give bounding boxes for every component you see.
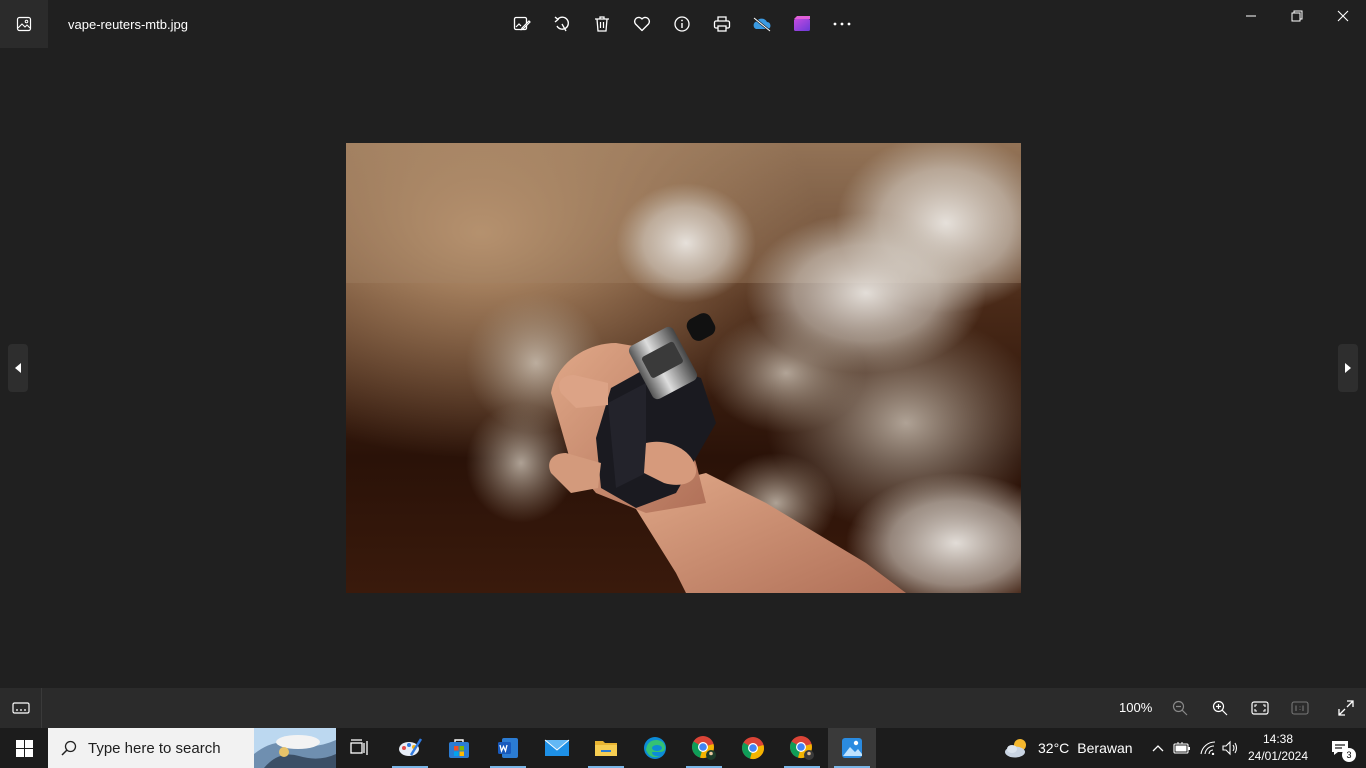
actual-size-icon [1291, 701, 1309, 715]
caret-right-icon [1345, 363, 1351, 373]
zoom-out-button[interactable] [1160, 688, 1200, 728]
network-status[interactable] [1198, 738, 1218, 758]
favorite-button[interactable] [622, 4, 662, 44]
onedrive-icon [753, 17, 771, 32]
taskbar-app-chrome-profile-2[interactable] [778, 728, 826, 768]
clock-time: 14:38 [1262, 732, 1294, 746]
photos-app-icon [16, 16, 32, 32]
favorite-heart-icon [633, 16, 651, 32]
folder-icon [595, 741, 617, 756]
filmstrip-button[interactable] [0, 688, 42, 728]
next-image-button[interactable] [1338, 344, 1358, 392]
partly-cloudy-icon [1005, 739, 1026, 758]
taskbar-app-file-explorer[interactable] [582, 728, 630, 768]
speaker-icon [1222, 740, 1238, 756]
clipchamp-button[interactable] [782, 4, 822, 44]
taskbar-search-box[interactable]: Type here to search [48, 728, 336, 768]
chrome-icon [790, 736, 814, 760]
taskbar-app-mail[interactable] [533, 728, 581, 768]
clipchamp-icon [794, 16, 810, 31]
restore-button[interactable] [1274, 0, 1320, 32]
edit-image-icon [513, 16, 531, 31]
taskbar-app-paint[interactable] [386, 728, 434, 768]
onedrive-button[interactable] [742, 4, 782, 44]
close-button[interactable] [1320, 0, 1366, 32]
delete-button[interactable] [582, 4, 622, 44]
zoom-in-button[interactable] [1200, 688, 1240, 728]
filmstrip-icon [11, 702, 30, 714]
task-view-icon [350, 739, 368, 755]
edge-browser-icon [644, 737, 666, 759]
window-controls [1228, 0, 1366, 32]
windows-logo-icon [15, 739, 33, 757]
photos-app-icon [842, 738, 862, 758]
taskbar-app-chrome[interactable] [729, 728, 777, 768]
chevron-up-icon [1152, 745, 1164, 752]
weather-description: Berawan [1077, 740, 1133, 756]
task-view-button[interactable] [336, 728, 384, 768]
rotate-icon [554, 16, 569, 32]
fit-to-window-button[interactable] [1240, 688, 1280, 728]
taskbar-app-word[interactable] [484, 728, 532, 768]
microsoft-store-icon [449, 739, 469, 758]
bottom-bar: 100% [0, 688, 1366, 728]
zoom-out-icon [1172, 700, 1188, 716]
fit-window-icon [1251, 701, 1269, 715]
caret-left-icon [15, 363, 21, 373]
battery-charging-icon [1173, 742, 1190, 754]
paint-app-icon [399, 738, 423, 756]
restore-icon [1291, 10, 1303, 22]
image-toolbar [502, 4, 862, 44]
windows-taskbar: Type here to search 32°C Berawan 14:38 2… [0, 728, 1366, 768]
battery-status[interactable] [1172, 738, 1192, 758]
edit-image-button[interactable] [502, 4, 542, 44]
search-placeholder: Type here to search [88, 739, 221, 757]
start-button[interactable] [0, 728, 48, 768]
zoom-in-icon [1212, 700, 1228, 716]
print-icon [713, 16, 731, 32]
search-highlight-illustration [254, 728, 336, 768]
wifi-icon [1200, 741, 1216, 755]
info-icon [674, 16, 690, 32]
show-hidden-icons-button[interactable] [1148, 738, 1168, 758]
displayed-photo [346, 143, 1021, 593]
taskbar-app-edge[interactable] [631, 728, 679, 768]
chrome-icon [692, 736, 716, 760]
vape-smoke-photo [346, 143, 1021, 593]
close-icon [1337, 10, 1349, 22]
expand-icon [1338, 700, 1354, 716]
volume-control[interactable] [1220, 738, 1240, 758]
taskbar-app-store[interactable] [435, 728, 483, 768]
more-icon [833, 22, 851, 26]
clock-date: 24/01/2024 [1247, 749, 1309, 763]
chrome-icon [742, 737, 764, 759]
mail-icon [544, 739, 570, 756]
rotate-button[interactable] [542, 4, 582, 44]
previous-image-button[interactable] [8, 344, 28, 392]
weather-temperature: 32°C [1038, 740, 1070, 756]
minimize-button[interactable] [1228, 0, 1274, 32]
delete-icon [595, 16, 609, 32]
zoom-level[interactable]: 100% [1119, 700, 1152, 715]
notification-count-badge: 3 [1342, 748, 1356, 762]
search-icon [61, 740, 77, 756]
full-screen-button[interactable] [1326, 688, 1366, 728]
taskbar-clock[interactable]: 14:38 24/01/2024 [1242, 731, 1314, 765]
notification-center-button[interactable]: 3 [1320, 728, 1360, 768]
weather-widget[interactable]: 32°C Berawan [1004, 728, 1133, 768]
actual-size-button[interactable] [1280, 688, 1320, 728]
minimize-icon [1246, 15, 1256, 17]
print-button[interactable] [702, 4, 742, 44]
gallery-button[interactable] [0, 0, 48, 48]
taskbar-app-chrome-profile-1[interactable] [680, 728, 728, 768]
file-info-button[interactable] [662, 4, 702, 44]
word-icon [498, 738, 518, 758]
file-name-title: vape-reuters-mtb.jpg [68, 17, 188, 32]
title-bar: vape-reuters-mtb.jpg [0, 0, 1366, 48]
more-options-button[interactable] [822, 4, 862, 44]
photos-app-window: vape-reuters-mtb.jpg [0, 0, 1366, 728]
taskbar-app-photos[interactable] [828, 728, 876, 768]
